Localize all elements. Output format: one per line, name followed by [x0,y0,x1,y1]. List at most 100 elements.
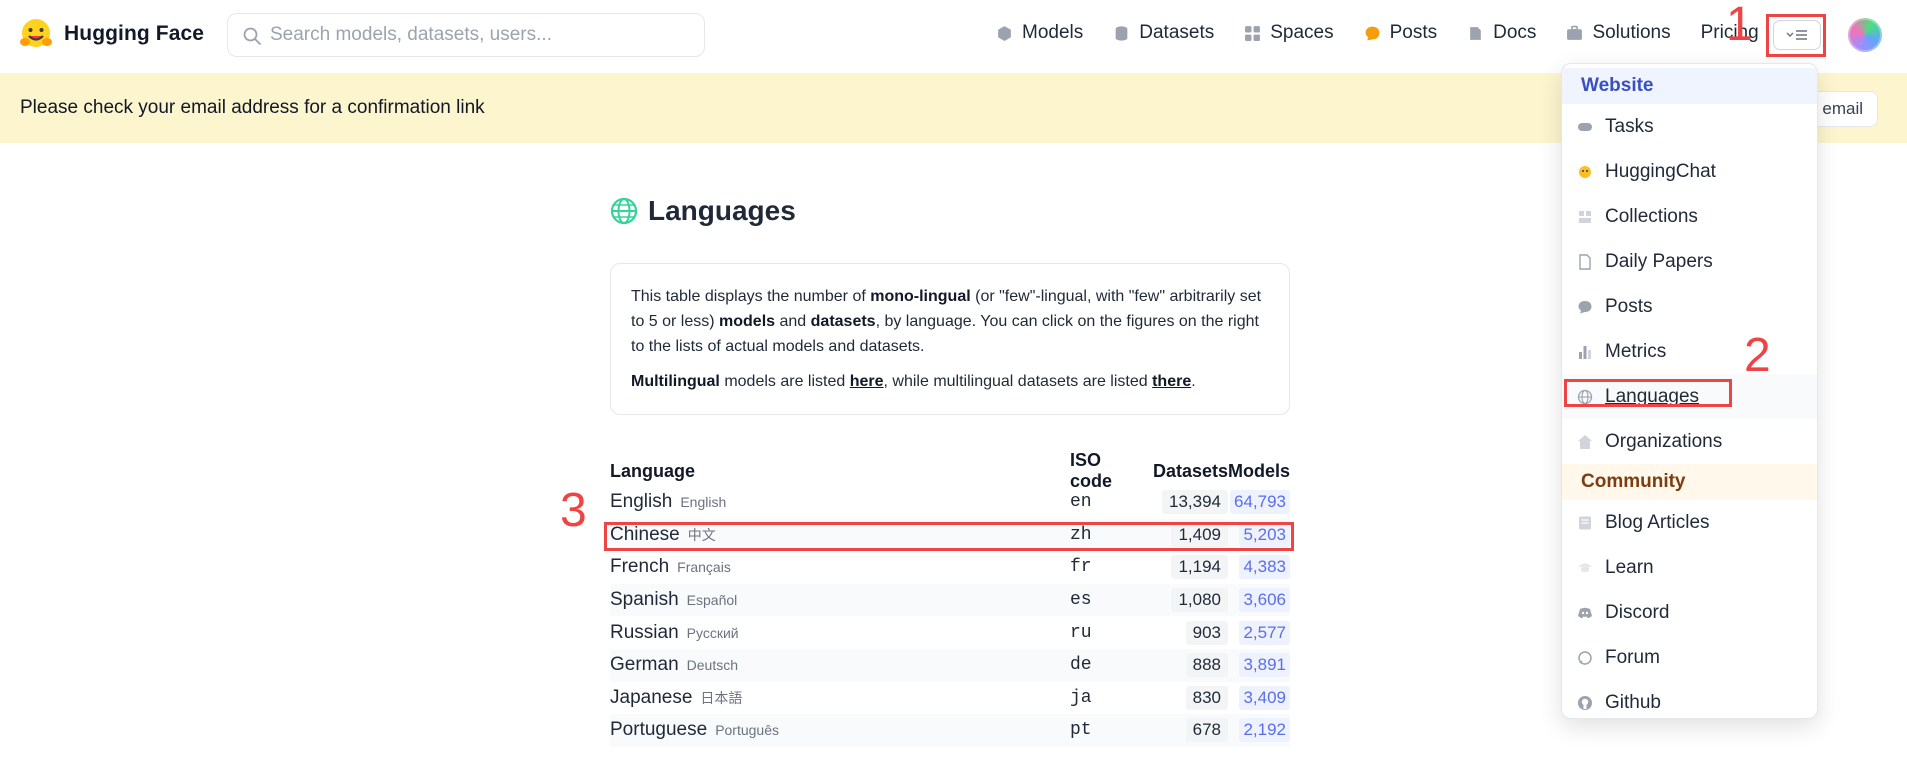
main-nav: Models Datasets Spaces Posts Docs Soluti… [996,22,1759,44]
language-name: Russian [610,621,679,643]
page-heading: Languages [610,195,796,227]
menu-item-discord[interactable]: Discord [1562,590,1817,635]
cell-language: Portuguese Português [610,719,1070,741]
cell-models: 2,577 [1228,620,1290,645]
cell-language: Spanish Español [610,589,1070,611]
cell-iso-code: fr [1070,557,1092,578]
solutions-icon [1567,25,1583,40]
brand-logo[interactable]: Hugging Face [18,16,204,52]
datasets-count-link[interactable]: 13,394 [1162,490,1228,515]
multilingual-paragraph: Multilingual models are listed here, whi… [631,369,1269,394]
datasets-count-link[interactable]: 678 [1185,718,1228,743]
annotation-box-1 [1766,14,1826,57]
menu-item-collections[interactable]: Collections [1562,194,1817,239]
languages-table: Language ISO code Datasets Models Englis… [610,450,1291,747]
models-count-link[interactable]: 64,793 [1230,490,1290,515]
website-items: Tasks HuggingChat Collections Daily Papers P… [1562,104,1817,464]
models-count-link[interactable]: 3,606 [1239,588,1290,613]
cell-datasets: 1,080 [1148,588,1228,613]
language-name: English [610,491,673,513]
datasets-count-link[interactable]: 903 [1185,620,1228,645]
cell-datasets: 903 [1148,620,1228,645]
cell-iso-code: pt [1070,720,1092,741]
menu-item-metrics[interactable]: Metrics [1562,329,1817,374]
menu-item-tasks[interactable]: Tasks [1562,104,1817,149]
menu-item-label: Collections [1605,205,1698,227]
datasets-count-link[interactable]: 830 [1185,685,1228,710]
text: , while multilingual datasets are listed [883,373,1153,390]
organizations-icon [1578,434,1592,449]
menu-item-posts[interactable]: Posts [1562,284,1817,329]
menu-item-learn[interactable]: Learn [1562,545,1817,590]
datasets-count-link[interactable]: 1,194 [1171,555,1228,580]
spaces-icon [1245,25,1261,41]
community-items: Blog Articles Learn Discord Forum Github [1562,500,1817,718]
menu-item-daily-papers[interactable]: Daily Papers [1562,239,1817,284]
menu-item-label: Learn [1605,556,1654,578]
cell-language: German Deutsch [610,654,1070,676]
menu-item-label: Discord [1605,601,1670,623]
models-count-link[interactable]: 3,891 [1239,653,1290,678]
menu-item-github[interactable]: Github [1562,680,1817,718]
multilingual-datasets-link[interactable]: there [1152,373,1191,390]
menu-item-label: Posts [1605,295,1653,317]
search-box[interactable] [227,13,705,57]
cell-models: 64,793 [1228,490,1290,515]
language-native-name: Русский [686,624,739,641]
menu-item-forum[interactable]: Forum [1562,635,1817,680]
table-row: Russian Русский ru 903 2,577 [610,616,1290,649]
cell-models: 2,192 [1228,718,1290,743]
cell-language: Japanese 日本語 [610,687,1070,709]
annotation-box-2 [1564,379,1732,407]
menu-item-blog-articles[interactable]: Blog Articles [1562,500,1817,545]
menu-item-label: Organizations [1605,430,1723,452]
datasets-count-link[interactable]: 1,080 [1171,588,1228,613]
nav-solutions[interactable]: Solutions [1566,22,1671,44]
metrics-icon [1579,345,1591,359]
nav-label: Posts [1389,22,1438,43]
cell-datasets: 13,394 [1148,490,1228,515]
cell-datasets: 678 [1148,718,1228,743]
models-count-link[interactable]: 3,409 [1239,685,1290,710]
nav-models[interactable]: Models [996,22,1083,44]
language-native-name: English [680,494,727,511]
cell-language: French Français [610,556,1070,578]
tasks-icon [1578,122,1592,131]
header-models: Models [1228,460,1291,481]
nav-posts[interactable]: Posts [1364,22,1438,44]
models-count-link[interactable]: 4,383 [1239,555,1290,580]
nav-datasets[interactable]: Datasets [1113,22,1214,44]
language-native-name: Português [715,722,780,739]
menu-item-label: Github [1605,691,1661,713]
models-count-link[interactable]: 2,577 [1239,620,1290,645]
cell-iso-code: de [1070,655,1092,676]
datasets-count-link[interactable]: 888 [1185,653,1228,678]
annotation-box-3 [604,522,1294,551]
text: . [1191,373,1196,390]
models-count-link[interactable]: 2,192 [1239,718,1290,743]
language-name: Japanese [610,686,693,708]
table-header: Language ISO code Datasets Models [610,450,1291,491]
user-avatar[interactable] [1848,18,1882,52]
multilingual-models-link[interactable]: here [850,373,884,390]
menu-item-organizations[interactable]: Organizations [1562,419,1817,464]
blog-icon [1579,516,1591,529]
nav-label: Spaces [1270,22,1334,43]
text-bold: models [719,313,776,330]
header-language: Language [610,460,696,481]
text-bold: datasets [810,313,876,330]
cell-models: 3,409 [1228,685,1290,710]
text: and [775,313,811,330]
menu-item-huggingchat[interactable]: HuggingChat [1562,149,1817,194]
forum-icon [1578,650,1592,665]
cell-datasets: 830 [1148,685,1228,710]
nav-docs[interactable]: Docs [1467,22,1536,44]
table-row: German Deutsch de 888 3,891 [610,648,1290,682]
search-input[interactable] [268,23,692,47]
daily-papers-icon [1579,253,1591,270]
text-bold: Multilingual [631,373,720,390]
text: This table displays the number of [631,288,871,305]
language-name: German [610,654,679,676]
github-icon [1578,695,1592,710]
nav-spaces[interactable]: Spaces [1244,22,1334,44]
